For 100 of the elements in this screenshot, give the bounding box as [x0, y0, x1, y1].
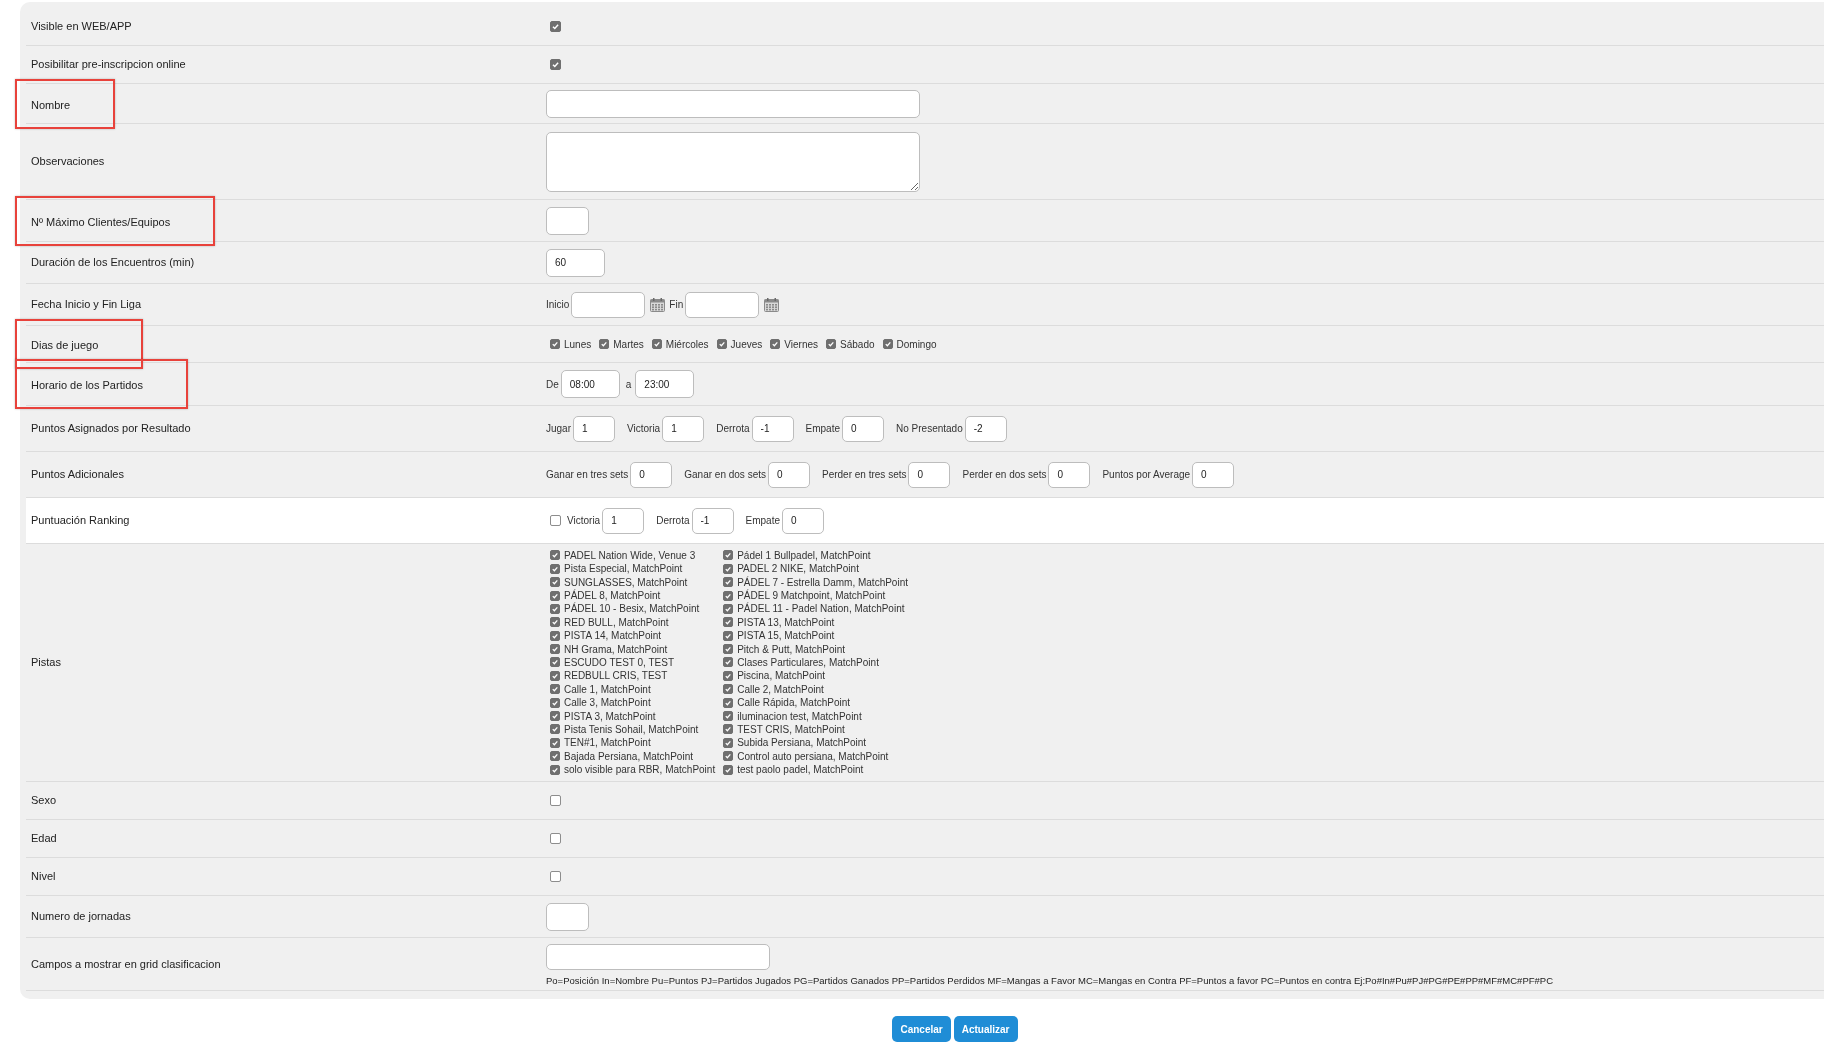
checkbox[interactable] [723, 711, 734, 722]
input-field[interactable]: 1 [573, 415, 615, 442]
checkbox[interactable] [723, 697, 734, 708]
checkbox[interactable] [550, 617, 560, 628]
input-field[interactable]: 08:00 [560, 370, 620, 398]
input-field[interactable]: -1 [751, 415, 794, 442]
checkbox[interactable] [723, 617, 734, 628]
calendar-icon[interactable] [650, 297, 666, 312]
input-field[interactable]: 23:00 [635, 370, 695, 398]
field-label: Calle 3, MatchPoint [564, 696, 651, 711]
calendar-icon[interactable] [764, 297, 780, 312]
input-field[interactable]: 1 [662, 415, 705, 442]
field-label: Nombre [31, 98, 71, 111]
field-label: a [625, 377, 632, 392]
input-field[interactable]: 1 [602, 507, 645, 534]
checkbox[interactable] [723, 644, 734, 655]
checkbox[interactable] [550, 795, 561, 806]
checkbox[interactable] [550, 21, 561, 32]
field-label: Viernes [784, 337, 819, 352]
checkbox[interactable] [723, 630, 734, 641]
checkbox[interactable] [826, 339, 837, 349]
checkbox[interactable] [550, 603, 560, 614]
checkbox[interactable] [550, 515, 561, 526]
field-label: PISTA 13, MatchPoint [737, 615, 835, 630]
checkbox[interactable] [723, 724, 734, 735]
checkbox[interactable] [723, 684, 734, 695]
input-field[interactable] [685, 291, 760, 318]
checkbox[interactable] [550, 737, 560, 748]
checkbox[interactable] [723, 764, 734, 775]
checkbox[interactable] [550, 59, 561, 70]
field-label: PÁDEL 9 Matchpoint, MatchPoint [737, 588, 886, 602]
checkbox[interactable] [550, 871, 561, 882]
checkbox[interactable] [723, 550, 734, 561]
input-field[interactable]: 0 [1048, 461, 1091, 488]
input-field[interactable] [546, 89, 920, 118]
checkbox[interactable] [550, 670, 560, 681]
input-field[interactable]: 0 [768, 461, 810, 488]
input-field[interactable]: -2 [964, 415, 1007, 442]
checkbox[interactable] [723, 737, 734, 748]
field-label: Numero de jornadas [31, 909, 131, 925]
input-field[interactable]: 0 [782, 507, 824, 534]
field-label: Subida Persiana, MatchPoint [737, 736, 867, 751]
checkbox[interactable] [599, 339, 610, 349]
field-label: TEST CRIS, MatchPoint [737, 722, 845, 737]
field-label: RED BULL, MatchPoint [564, 615, 669, 630]
checkbox[interactable] [723, 670, 734, 681]
checkbox[interactable] [550, 339, 560, 349]
input-field[interactable] [546, 943, 770, 970]
checkbox[interactable] [723, 563, 734, 574]
checkbox[interactable] [723, 751, 734, 762]
checkbox[interactable] [550, 563, 560, 574]
checkbox[interactable] [770, 339, 781, 349]
cancel-button[interactable]: Cancelar [892, 1016, 951, 1042]
field-label: PÁDEL 11 - Padel Nation, MatchPoint [737, 601, 905, 617]
textarea-field[interactable] [546, 131, 920, 192]
input-field[interactable]: -1 [691, 507, 734, 534]
checkbox[interactable] [550, 833, 561, 844]
checkbox[interactable] [550, 751, 560, 762]
input-field[interactable]: 0 [908, 461, 951, 488]
checkbox[interactable] [550, 657, 560, 668]
field-label: Puntos Asignados por Resultado [31, 421, 191, 437]
checkbox[interactable] [550, 630, 560, 641]
field-label: Domingo [896, 337, 937, 352]
field-label: SUNGLASSES, MatchPoint [564, 575, 688, 589]
field-label: REDBULL CRIS, TEST [564, 669, 668, 684]
field-label: PÁDEL 7 - Estrella Damm, MatchPoint [737, 575, 908, 589]
input-field[interactable]: 60 [546, 248, 605, 277]
checkbox[interactable] [550, 711, 560, 722]
field-label: Dias de juego [31, 339, 99, 351]
checkbox[interactable] [550, 684, 560, 695]
input-field[interactable]: 0 [1192, 461, 1235, 488]
checkbox[interactable] [723, 590, 734, 601]
checkbox[interactable] [550, 550, 560, 561]
checkbox[interactable] [651, 339, 662, 349]
field-label: PISTA 15, MatchPoint [737, 629, 835, 644]
checkbox[interactable] [723, 603, 734, 614]
field-label: Ganar en tres sets [546, 468, 629, 482]
checkbox[interactable] [723, 577, 734, 588]
checkbox[interactable] [716, 339, 727, 349]
checkbox[interactable] [882, 339, 893, 349]
checkbox[interactable] [550, 697, 560, 708]
field-label: test paolo padel, MatchPoint [737, 763, 864, 778]
update-button[interactable]: Actualizar [953, 1016, 1018, 1042]
field-label: Nivel [31, 869, 56, 885]
checkbox[interactable] [550, 577, 560, 588]
checkbox[interactable] [550, 644, 560, 655]
field-label: Jugar [546, 422, 571, 436]
input-field[interactable]: 0 [630, 461, 673, 488]
checkbox[interactable] [550, 724, 560, 735]
input-field[interactable] [546, 206, 589, 235]
input-field[interactable] [546, 902, 589, 931]
checkbox[interactable] [550, 764, 560, 775]
input-field[interactable]: 0 [842, 415, 884, 442]
field-label: Pista Especial, MatchPoint [564, 562, 683, 577]
field-label: Fecha Inicio y Fin Liga [31, 297, 142, 313]
field-label: Derrota [656, 514, 690, 528]
input-field[interactable] [571, 291, 646, 318]
checkbox[interactable] [723, 657, 734, 668]
checkbox[interactable] [550, 590, 560, 601]
field-label: Victoria [627, 422, 661, 436]
